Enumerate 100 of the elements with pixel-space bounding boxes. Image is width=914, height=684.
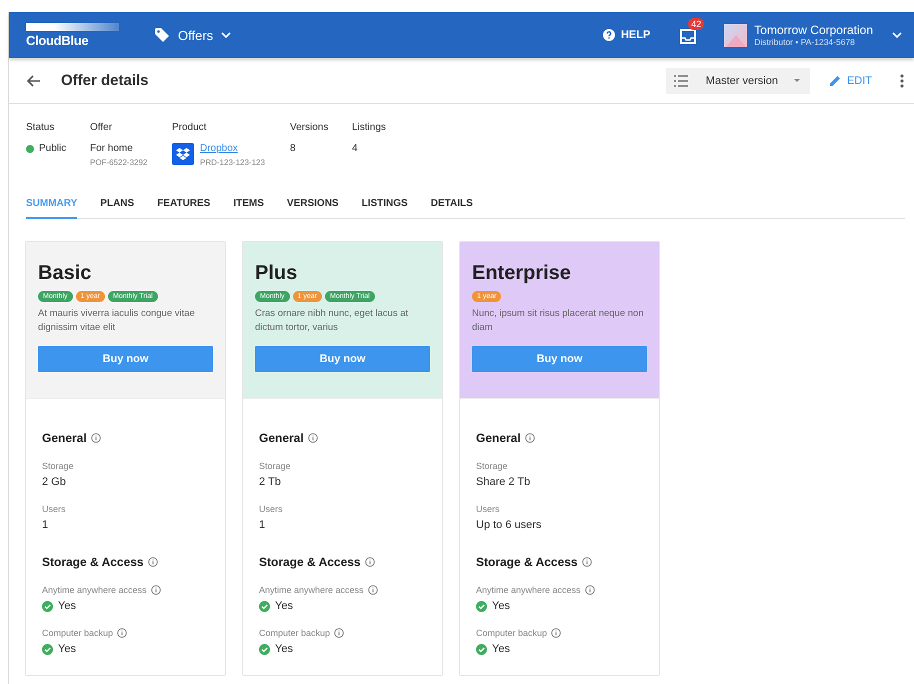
check-icon xyxy=(476,600,487,612)
more-icon xyxy=(900,74,904,88)
feature-label: Storage xyxy=(476,461,508,471)
tab[interactable]: DETAILS xyxy=(430,198,473,219)
product-id: PRD-123-123-123 xyxy=(200,158,265,167)
check-icon xyxy=(476,644,487,654)
info-icon xyxy=(117,628,128,638)
tab[interactable]: LISTINGS xyxy=(362,198,408,219)
plan-name: Basic xyxy=(38,262,92,285)
tab[interactable]: VERSIONS xyxy=(286,198,339,219)
info-icon xyxy=(584,585,595,595)
info-icon xyxy=(90,433,101,443)
notification-count: 42 xyxy=(688,18,704,30)
tab[interactable]: FEATURES xyxy=(157,198,210,219)
info-label: Listings xyxy=(352,122,387,133)
feature-value: Yes xyxy=(275,600,293,612)
feature-label: Storage xyxy=(42,461,74,471)
section-title: Storage & Access xyxy=(476,555,578,569)
tag-icon xyxy=(154,27,170,43)
feature-value: Share 2 Tb xyxy=(476,476,530,488)
buy-button[interactable]: Buy now xyxy=(255,346,430,372)
info-label: Status xyxy=(26,122,56,133)
edit-button[interactable]: EDIT xyxy=(830,74,872,86)
back-button[interactable] xyxy=(27,74,41,86)
feature-value: 2 Gb xyxy=(42,476,66,488)
feature-value: Yes xyxy=(275,643,293,655)
feature-value: Up to 6 users xyxy=(476,519,542,531)
section-title: Storage & Access xyxy=(42,555,144,569)
feature-value: 1 xyxy=(42,519,48,531)
feature-label: Computer backup xyxy=(476,628,548,638)
plan-name: Enterprise xyxy=(472,262,572,285)
info-icon xyxy=(582,557,592,567)
logo-text: CloudBlue xyxy=(26,32,90,48)
feature-label: Storage xyxy=(259,461,291,471)
plan-description: At mauris viverra iaculis congue vitae dignissim vitae elit xyxy=(38,307,196,335)
page-title: Offer details xyxy=(61,72,149,89)
plan-description: Nunc, ipsum sit risus placerat neque non diam xyxy=(472,307,645,335)
info-icon xyxy=(308,433,318,443)
feature-value: Yes xyxy=(492,600,510,612)
inbox-icon xyxy=(680,29,696,44)
info-icon xyxy=(364,557,375,567)
caret-icon xyxy=(794,79,800,82)
account-detail: Distributor • PA-1234-5678 xyxy=(754,37,856,47)
check-icon xyxy=(259,644,270,654)
info-value: 8 xyxy=(290,143,297,154)
feature-value: Yes xyxy=(58,600,76,612)
feature-label: Users xyxy=(476,504,500,514)
check-icon xyxy=(259,600,270,612)
offers-menu[interactable]: Offers xyxy=(154,27,232,43)
version-dropdown[interactable]: Master version xyxy=(666,68,810,94)
more-button[interactable] xyxy=(900,74,904,88)
section-title: Storage & Access xyxy=(259,555,361,569)
pencil-icon xyxy=(830,75,841,86)
help-icon xyxy=(602,29,615,41)
info-icon xyxy=(551,628,562,638)
account-menu[interactable]: Tomorrow Corporation Distributor • PA-1234-5678 xyxy=(724,23,902,47)
info-value: For home xyxy=(90,143,134,154)
info-value: Public xyxy=(39,143,66,154)
info-icon xyxy=(368,585,378,595)
plan-name: Plus xyxy=(255,262,298,285)
feature-value: 2 Tb xyxy=(259,476,281,488)
info-icon xyxy=(524,433,535,443)
plan-description: Cras ornare nibh nunc, eget lacus at dictum tortor, varius xyxy=(255,307,410,335)
feature-label: Anytime anywhere access xyxy=(259,585,364,595)
info-value: 4 xyxy=(352,143,359,154)
avatar-icon xyxy=(724,24,748,46)
feature-value: Yes xyxy=(58,643,76,655)
info-icon xyxy=(150,585,161,595)
info-icon xyxy=(334,628,344,638)
buy-button[interactable]: Buy now xyxy=(38,346,213,372)
info-label: Product xyxy=(172,122,208,133)
feature-label: Computer backup xyxy=(259,628,330,638)
feature-value: Yes xyxy=(492,643,510,655)
section-title: General xyxy=(42,431,87,445)
section-title: General xyxy=(259,431,304,445)
info-id: POF-6522-3292 xyxy=(90,158,148,167)
info-label: Offer xyxy=(90,122,114,133)
tab[interactable]: PLANS xyxy=(100,198,134,219)
box-logo-icon xyxy=(172,143,194,165)
section-title: General xyxy=(476,431,521,445)
notifications-button[interactable] xyxy=(680,26,696,44)
feature-label: Anytime anywhere access xyxy=(476,585,581,595)
feature-value: 1 xyxy=(259,519,266,531)
chevron-icon xyxy=(221,32,232,38)
feature-label: Users xyxy=(259,504,283,514)
feature-label: Anytime anywhere access xyxy=(42,585,147,595)
info-label: Versions xyxy=(290,122,330,133)
tab[interactable]: ITEMS xyxy=(233,198,264,219)
info-icon xyxy=(148,557,158,567)
buy-button[interactable]: Buy now xyxy=(472,346,647,372)
help-button[interactable]: HELP xyxy=(602,29,650,41)
feature-label: Users xyxy=(42,504,66,514)
chevron-icon xyxy=(892,32,902,38)
tab[interactable]: SUMMARY xyxy=(26,198,78,219)
product-link[interactable]: Dropbox xyxy=(200,143,265,154)
back-arrow-icon xyxy=(27,74,41,86)
account-name: Tomorrow Corporation xyxy=(754,23,873,37)
list-icon xyxy=(674,74,688,86)
check-icon xyxy=(42,600,53,612)
feature-label: Computer backup xyxy=(42,628,114,638)
